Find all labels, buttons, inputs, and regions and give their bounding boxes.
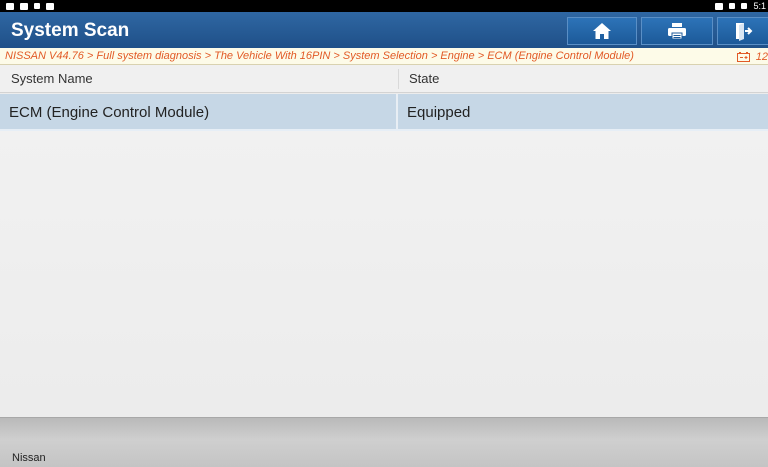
image-icon (20, 2, 28, 10)
notification-icon (6, 2, 14, 10)
battery-icon (741, 3, 748, 9)
home-button[interactable] (567, 17, 637, 45)
breadcrumb: NISSAN V44.76 > Full system diagnosis > … (0, 48, 768, 65)
status-time: 5:1 (753, 1, 766, 11)
bluetooth-icon (729, 3, 736, 9)
status-bar: 5:1 (0, 0, 768, 12)
cast-icon (715, 2, 724, 10)
footer-bar: Nissan (0, 417, 768, 467)
app-header: System Scan (0, 12, 768, 48)
table-row[interactable]: ECM (Engine Control Module) Equipped (0, 94, 768, 131)
usb-icon (34, 3, 40, 9)
video-icon (46, 2, 54, 10)
column-divider (398, 69, 399, 89)
voltage-value: 12 (755, 50, 768, 63)
vehicle-brand-label: Nissan (12, 452, 46, 464)
battery-voltage-icon (736, 51, 750, 62)
list-area (0, 131, 768, 417)
exit-icon (736, 23, 753, 41)
column-header-system-name: System Name (11, 71, 93, 86)
cell-divider (396, 94, 398, 129)
print-icon (668, 23, 686, 40)
exit-button[interactable] (717, 17, 768, 45)
home-icon (593, 23, 611, 39)
breadcrumb-path: NISSAN V44.76 > Full system diagnosis > … (5, 50, 634, 62)
breadcrumb-status: 12 (736, 48, 768, 65)
table-header: System Name State (0, 65, 768, 93)
column-header-state: State (409, 71, 440, 86)
page-title: System Scan (11, 20, 130, 41)
system-name-cell: ECM (Engine Control Module) (9, 104, 210, 121)
print-button[interactable] (641, 17, 713, 45)
status-icons-right: 5:1 (715, 0, 768, 12)
status-icons-left (6, 0, 54, 12)
state-cell: Equipped (407, 104, 471, 121)
